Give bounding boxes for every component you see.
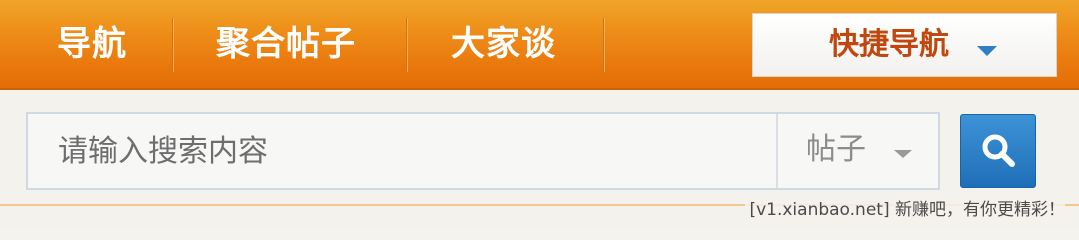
nav-separator	[603, 18, 605, 72]
nav-item-aggregated-posts[interactable]: 聚合帖子	[216, 0, 356, 88]
nav-item-home[interactable]: 导航	[57, 0, 127, 88]
search-input[interactable]	[28, 114, 776, 188]
nav-item-discussion[interactable]: 大家谈	[451, 0, 556, 88]
search-type-label: 帖子	[806, 132, 866, 167]
top-nav-bar: 导航 聚合帖子 大家谈 快捷导航	[0, 0, 1079, 90]
search-box: 帖子	[26, 112, 940, 190]
search-type-select[interactable]: 帖子	[776, 114, 938, 188]
watermark-text: [v1.xianbao.net] 新赚吧，有你更精彩！	[745, 197, 1065, 223]
search-button[interactable]	[960, 114, 1036, 188]
page: 导航 聚合帖子 大家谈 快捷导航 帖子 [v1.xianbao.net] 新赚吧…	[0, 0, 1079, 229]
quick-nav-label: 快捷导航	[829, 27, 949, 62]
nav-separator	[172, 18, 174, 72]
caret-down-icon	[894, 150, 912, 158]
nav-separator	[406, 18, 408, 72]
magnifier-icon	[982, 134, 1015, 167]
caret-down-icon	[977, 46, 997, 56]
quick-nav-dropdown[interactable]: 快捷导航	[752, 13, 1057, 77]
